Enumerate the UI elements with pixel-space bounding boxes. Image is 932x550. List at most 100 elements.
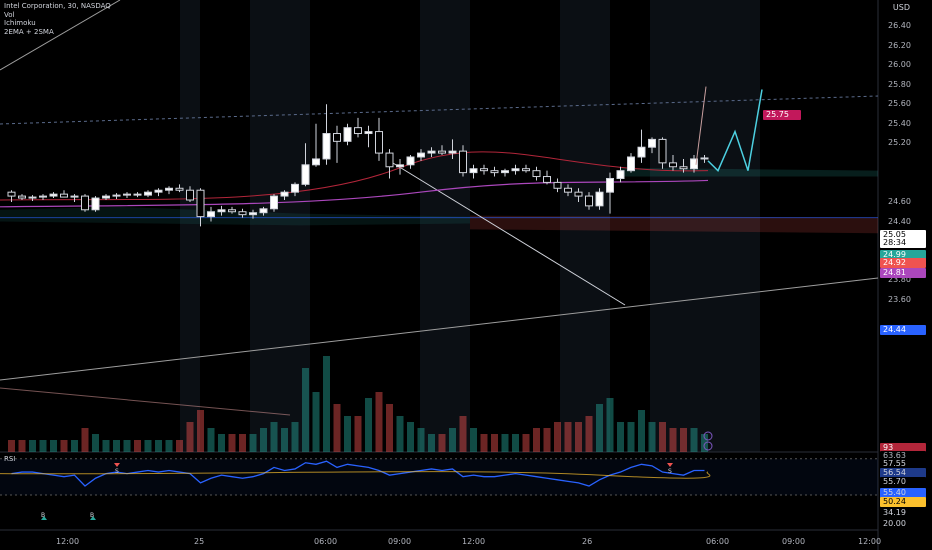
time-tick: 09:00 <box>782 537 806 546</box>
volume-bar <box>81 428 89 452</box>
candle-body <box>123 193 131 196</box>
volume-bar <box>207 428 215 452</box>
price-chart[interactable] <box>0 0 932 550</box>
price-tick: 23.60 <box>888 294 911 304</box>
volume-bar <box>627 422 635 452</box>
signal-label: B <box>41 512 46 519</box>
candle-body <box>364 131 373 135</box>
volume-bar <box>18 440 26 452</box>
candle-body <box>333 133 341 142</box>
price-tick: 25.40 <box>888 118 911 128</box>
candle-body <box>249 212 257 216</box>
volume-bar <box>417 428 425 452</box>
legend-ema-sma[interactable]: 2EMA + 2SMA <box>4 28 111 37</box>
price-tag: 24.44 <box>880 325 926 335</box>
candle-body <box>70 195 79 198</box>
rsi-title[interactable]: RSI <box>4 455 15 463</box>
candle-body <box>133 193 142 196</box>
time-tick: 12:00 <box>56 537 80 546</box>
volume-bar <box>60 440 68 452</box>
candle-body <box>438 150 446 154</box>
candle-body <box>7 191 16 197</box>
volume-bar <box>606 398 614 452</box>
candle-body <box>553 181 562 189</box>
candle-body <box>406 156 415 166</box>
candle-body <box>18 195 26 199</box>
time-tick: 12:00 <box>462 537 486 546</box>
volume-bar <box>522 434 530 452</box>
candle-body <box>459 150 467 174</box>
candle-body <box>532 170 541 178</box>
legend-ichimoku[interactable]: Ichimoku <box>4 19 111 28</box>
candle-body <box>91 197 100 211</box>
candle-body <box>291 183 299 193</box>
price-tag: 24.81 <box>880 268 926 278</box>
volume-bar <box>260 428 267 452</box>
candle-body <box>270 195 278 210</box>
candle-body <box>144 191 152 196</box>
rsi-label: 55.70 <box>880 477 926 487</box>
legend-volume[interactable]: Vol <box>4 11 111 20</box>
chart-root[interactable]: Intel Corporation, 30, NASDAQ Vol Ichimo… <box>0 0 932 550</box>
candle-body <box>60 193 68 198</box>
candle-body <box>112 194 121 197</box>
volume-bar <box>333 404 341 452</box>
price-tick: 26.00 <box>888 60 911 70</box>
volume-bar <box>312 392 320 452</box>
candle-body <box>543 176 551 183</box>
candle-body <box>616 170 625 179</box>
session-band <box>420 0 470 452</box>
volume-bar <box>533 428 540 452</box>
candle-body <box>564 187 572 193</box>
ichimoku-cloud-red <box>470 215 878 234</box>
volume-bar <box>197 410 204 452</box>
volume-bar <box>575 422 582 452</box>
volume-bar <box>680 428 687 452</box>
rsi-label: 34.19 <box>880 508 926 518</box>
signal-label: B <box>90 512 95 519</box>
candle-body <box>259 208 268 214</box>
volume-bar <box>92 434 99 452</box>
candle-body <box>480 168 488 172</box>
candle-body <box>238 211 247 216</box>
volume-bar <box>386 404 393 452</box>
projection-tag[interactable]: 25.75 <box>763 110 801 120</box>
candle-body <box>637 146 646 158</box>
volume-bar <box>449 428 456 452</box>
price-tick: 24.40 <box>888 216 911 226</box>
rsi-label: 50.24 <box>880 497 926 507</box>
price-tick: 24.60 <box>888 196 911 206</box>
volume-bar <box>365 398 372 452</box>
candle-body <box>490 170 499 174</box>
volume-bar <box>375 392 383 452</box>
candle-body <box>574 191 583 197</box>
candle-body <box>175 187 184 191</box>
candle-body <box>417 152 425 158</box>
candle-body <box>49 193 58 197</box>
candle-body <box>511 168 520 172</box>
volume-bar <box>176 440 183 452</box>
currency-label[interactable]: USD <box>893 3 910 12</box>
signal-label: S <box>668 468 672 475</box>
volume-bar <box>690 428 698 452</box>
volume-bar <box>123 440 131 452</box>
volume-bar <box>354 416 362 452</box>
volume-bar <box>281 428 288 452</box>
candle-body <box>354 127 362 135</box>
volume-bar <box>302 368 309 452</box>
volume-bar <box>617 422 624 452</box>
volume-bar <box>29 440 36 452</box>
volume-bar <box>186 422 194 452</box>
legend-symbol[interactable]: Intel Corporation, 30, NASDAQ <box>4 2 111 11</box>
price-tick: 26.20 <box>888 40 911 50</box>
volume-bar <box>491 434 498 452</box>
candle-body <box>469 168 478 174</box>
candle-body <box>658 138 667 164</box>
signal-label: S <box>115 468 119 475</box>
volume-bar <box>8 440 15 452</box>
volume-bar <box>39 440 47 452</box>
time-tick: 12:00 <box>858 537 882 546</box>
volume-bar <box>512 434 519 452</box>
volume-bar <box>501 434 509 452</box>
time-tick: 06:00 <box>706 537 730 546</box>
